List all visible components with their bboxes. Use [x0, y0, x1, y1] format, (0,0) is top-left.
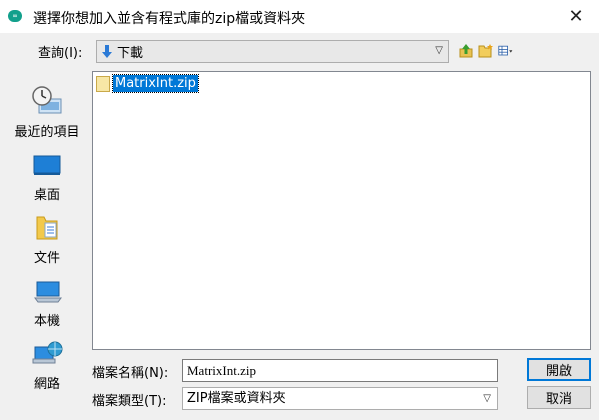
look-in-dropdown[interactable]: 下載 ▽: [96, 40, 449, 63]
close-icon: ✕: [568, 6, 584, 27]
documents-icon: [31, 211, 63, 243]
close-button[interactable]: ✕: [553, 0, 599, 33]
cancel-button[interactable]: 取消: [527, 386, 591, 409]
file-name-field[interactable]: MatrixInt.zip: [182, 359, 498, 382]
place-label: 本機: [33, 314, 60, 329]
place-label: 網路: [33, 377, 60, 392]
recent-items-icon: [31, 85, 63, 117]
app-icon: ∞: [8, 10, 22, 22]
place-label: 文件: [33, 251, 60, 266]
places-bar: 最近的項目 桌面 文件 本機 網路: [8, 71, 86, 411]
place-recent-items[interactable]: 最近的項目: [8, 79, 86, 140]
place-desktop[interactable]: 桌面: [8, 142, 86, 203]
file-type-dropdown[interactable]: ZIP檔案或資料夾 ▽: [182, 387, 498, 410]
file-name-label: 檔案名稱(N):: [92, 366, 169, 381]
title-bar: ∞ 選擇你想加入並含有程式庫的zip檔或資料夾 ✕: [0, 0, 599, 33]
window-title: 選擇你想加入並含有程式庫的zip檔或資料夾: [33, 11, 306, 27]
network-icon: [31, 337, 63, 369]
look-in-label: 查詢(I):: [38, 46, 83, 61]
desktop-icon: [31, 148, 63, 180]
computer-icon: [31, 274, 63, 306]
place-label: 桌面: [33, 188, 60, 203]
chevron-down-icon: ▽: [435, 45, 443, 56]
place-documents[interactable]: 文件: [8, 205, 86, 266]
toolbar: [458, 42, 514, 60]
file-list[interactable]: MatrixInt.zip: [92, 71, 591, 350]
open-button[interactable]: 開啟: [527, 358, 591, 381]
view-menu-icon[interactable]: [498, 43, 514, 59]
list-item[interactable]: MatrixInt.zip: [96, 74, 199, 93]
file-type-value: ZIP檔案或資料夾: [187, 391, 286, 406]
place-label: 最近的項目: [14, 125, 80, 140]
zip-file-icon: [96, 75, 110, 92]
place-this-pc[interactable]: 本機: [8, 268, 86, 329]
chevron-down-icon: ▽: [483, 393, 491, 404]
downloads-folder-icon: [101, 44, 113, 59]
new-folder-icon[interactable]: [478, 43, 494, 59]
file-type-label: 檔案類型(T):: [92, 394, 167, 409]
up-folder-icon[interactable]: [458, 43, 474, 59]
file-name: MatrixInt.zip: [112, 74, 199, 93]
place-network[interactable]: 網路: [8, 331, 86, 392]
look-in-value: 下載: [117, 46, 144, 61]
